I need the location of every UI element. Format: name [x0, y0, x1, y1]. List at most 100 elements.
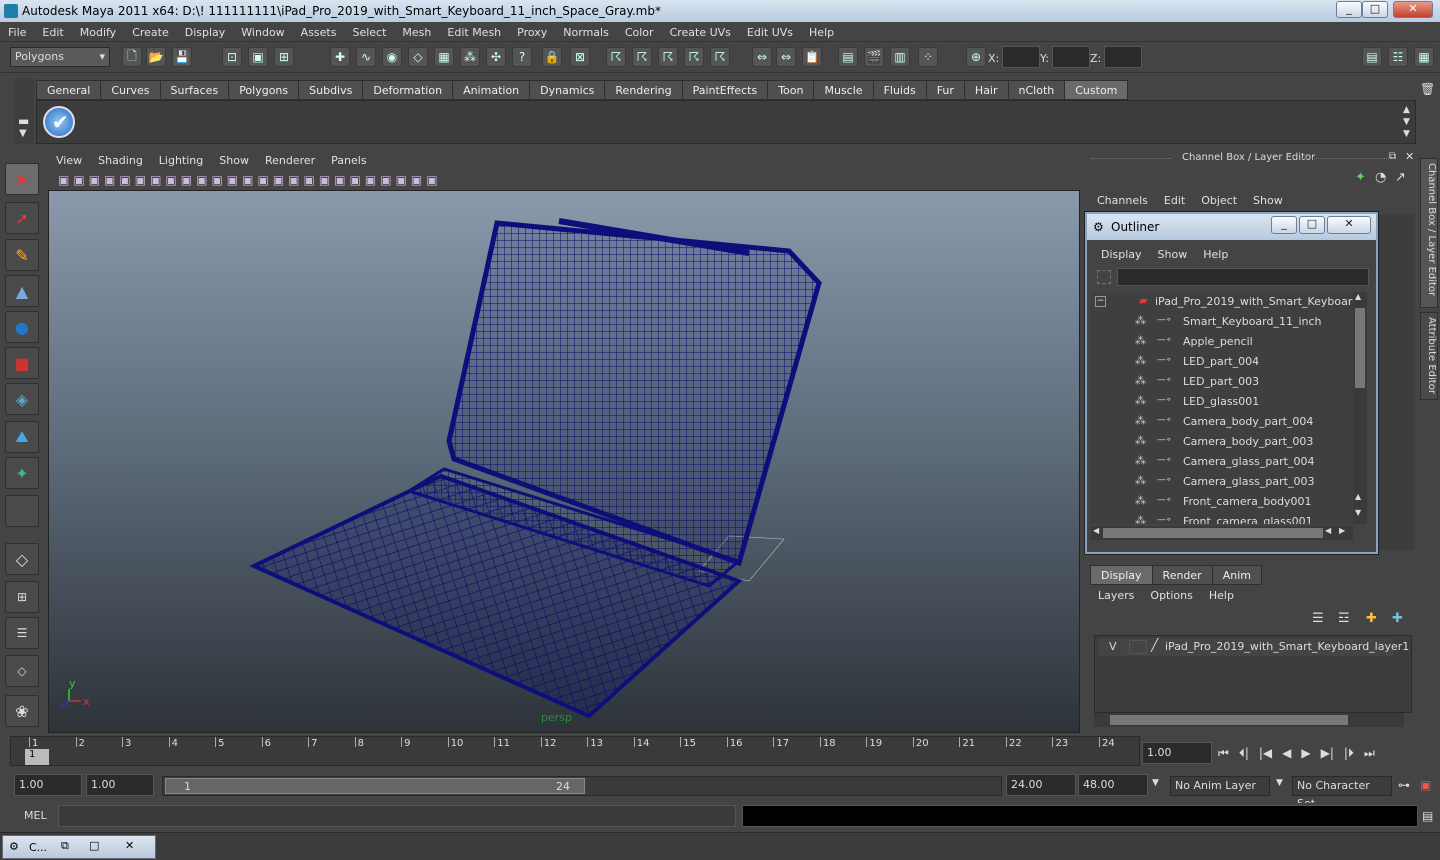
outliner-layout-icon[interactable]: ☰ — [5, 617, 39, 649]
y-field[interactable] — [1052, 46, 1090, 68]
remove-layer-icon[interactable]: ✚ — [1392, 611, 1403, 626]
select-hierarchy-icon[interactable]: ⊡ — [222, 47, 242, 67]
outliner-item[interactable]: LED_part_004 — [1183, 352, 1259, 372]
lock-icon[interactable]: 🔒 — [542, 47, 562, 67]
float-panel-icon[interactable]: ⧉ — [1389, 151, 1396, 162]
playback-start-field[interactable]: 1.00 — [86, 774, 154, 796]
outliner-item[interactable]: LED_part_003 — [1183, 372, 1259, 392]
outliner-menu-display[interactable]: Display — [1093, 248, 1150, 261]
layer-menu-options[interactable]: Options — [1142, 589, 1200, 602]
wireframe-icon[interactable]: ▣ — [165, 173, 176, 187]
image-plane-icon[interactable]: ▣ — [104, 173, 115, 187]
add-to-layer-icon[interactable]: ✚ — [1366, 611, 1377, 626]
pick-icon[interactable]: ↗ — [1395, 170, 1406, 185]
light-icon[interactable]: ▣ — [334, 173, 345, 187]
filter-icon[interactable] — [1097, 270, 1111, 284]
rotate-tool-icon[interactable]: ● — [5, 311, 39, 343]
select-tool-icon[interactable]: ➤ — [5, 163, 39, 195]
minimize-button[interactable]: _ — [1336, 1, 1362, 18]
input-line-icon[interactable]: ⇔ — [752, 47, 772, 67]
outliner-filter-field[interactable] — [1117, 268, 1369, 286]
shelf-tab-subdivs[interactable]: Subdivs — [298, 80, 364, 100]
time-slider[interactable]: 1 2 3 4 5 6 7 8 9 10 11 12 13 14 15 16 17 18 19 20 21 22 23 24 … — [10, 736, 1140, 766]
shelf-tab-ncloth[interactable]: nCloth — [1007, 80, 1066, 100]
outliner-item[interactable]: Camera_body_part_004 — [1183, 412, 1313, 432]
bookmark-icon[interactable]: ▣ — [89, 173, 100, 187]
shelf-tab-deformation[interactable]: Deformation — [362, 80, 454, 100]
viewport-menu-lighting[interactable]: Lighting — [151, 154, 211, 167]
scroll-up-icon[interactable]: ▲ — [1355, 492, 1361, 501]
four-view-layout-icon[interactable]: ⊞ — [5, 581, 39, 613]
layer-menu-help[interactable]: Help — [1201, 589, 1242, 602]
trash-icon[interactable]: 🗑 — [1420, 82, 1435, 96]
menu-help[interactable]: Help — [801, 26, 842, 39]
key-icon[interactable]: ⊶ — [1398, 778, 1410, 792]
snap-plane-icon[interactable]: ◇ — [408, 47, 428, 67]
go-to-start-icon[interactable]: ⏮ — [1218, 746, 1229, 761]
render-current-icon[interactable]: ☈ — [606, 47, 626, 67]
snap-curve-icon[interactable]: ∿ — [356, 47, 376, 67]
outliner-item[interactable]: Camera_body_part_003 — [1183, 432, 1313, 452]
menu-proxy[interactable]: Proxy — [509, 26, 555, 39]
menu-edit[interactable]: Edit — [34, 26, 71, 39]
speed-icon[interactable]: ◔ — [1375, 170, 1386, 185]
soft-mod-icon[interactable]: ⛰ — [5, 421, 39, 453]
step-forward-key-icon[interactable]: |⏵ — [1344, 746, 1354, 761]
step-forward-icon[interactable]: ▶| — [1321, 746, 1334, 761]
perspective-viewport[interactable]: y x persp — [48, 190, 1080, 733]
outliner-menu-help[interactable]: Help — [1195, 248, 1236, 261]
menu-window[interactable]: Window — [233, 26, 292, 39]
layer-tab-anim[interactable]: Anim — [1211, 565, 1262, 585]
current-time-field[interactable]: 1.00 — [1142, 742, 1212, 764]
menu-normals[interactable]: Normals — [555, 26, 617, 39]
anim-layer-selector[interactable]: No Anim Layer — [1170, 776, 1270, 796]
menu-file[interactable]: File — [0, 26, 34, 39]
maximize-button[interactable]: □ — [1362, 1, 1388, 18]
scroll-down-icon[interactable]: ▼ — [1355, 508, 1361, 517]
outliner-menu-show[interactable]: Show — [1150, 248, 1196, 261]
outliner-root-item[interactable]: iPad_Pro_2019_with_Smart_Keyboard_ — [1155, 292, 1353, 312]
menu-color[interactable]: Color — [617, 26, 662, 39]
shelf-menu[interactable]: ▼ — [1403, 129, 1410, 139]
channel-menu-edit[interactable]: Edit — [1156, 194, 1193, 207]
scroll-left-icon[interactable]: ◀ — [1093, 526, 1099, 535]
outliner-minimize-button[interactable]: _ — [1271, 216, 1297, 234]
attribute-editor-toggle-icon[interactable]: ▤ — [1362, 47, 1382, 67]
construction-icon[interactable]: ✣ — [486, 47, 506, 67]
shelf-tab-hair[interactable]: Hair — [963, 80, 1009, 100]
layer-visibility-toggle[interactable]: V — [1109, 640, 1117, 653]
last-tool-slot[interactable] — [5, 495, 39, 527]
relationship-icon[interactable]: ⁘ — [918, 47, 938, 67]
shelf-tab-general[interactable]: General — [36, 80, 102, 100]
show-manipulator-icon[interactable]: ✦ — [5, 457, 39, 489]
range-slider[interactable]: 1 24 — [162, 776, 1002, 796]
range-slider-handle[interactable]: 1 24 — [165, 778, 585, 794]
step-back-icon[interactable]: |◀ — [1259, 746, 1272, 761]
scroll-left-icon[interactable]: ◀ — [1325, 526, 1331, 535]
outliner-item[interactable]: Camera_glass_part_004 — [1183, 452, 1314, 472]
frame-icon[interactable]: ▣ — [411, 173, 422, 187]
resolution-gate-icon[interactable]: ▣ — [150, 173, 161, 187]
step-back-key-icon[interactable]: ⏴| — [1239, 746, 1249, 761]
shelf-tab-muscle[interactable]: Muscle — [813, 80, 874, 100]
manipulator-icon[interactable]: ✦ — [1355, 170, 1366, 185]
sidebar-toggle-icon[interactable]: ▤ — [838, 47, 858, 67]
channel-box-toggle-icon[interactable]: ▦ — [1414, 47, 1434, 67]
help-icon[interactable]: ? — [512, 47, 532, 67]
shelf-tab-rendering[interactable]: Rendering — [604, 80, 683, 100]
shelf-tab-curves[interactable]: Curves — [100, 80, 161, 100]
snap-surface-icon[interactable]: ▦ — [434, 47, 454, 67]
outliner-vertical-scrollbar[interactable]: ▲ ▲ ▼ — [1353, 292, 1367, 524]
outliner-item[interactable]: Smart_Keyboard_11_inch — [1183, 312, 1322, 332]
shelf-scroll-down[interactable]: ▼ — [1403, 117, 1410, 127]
layer-row[interactable]: V ╱ iPad_Pro_2019_with_Smart_Keyboard_la… — [1099, 638, 1409, 656]
default-light-icon[interactable]: ▣ — [196, 173, 207, 187]
menu-mesh[interactable]: Mesh — [394, 26, 439, 39]
animation-start-field[interactable]: 1.00 — [14, 774, 82, 796]
close-button[interactable]: ✕ — [1393, 1, 1433, 18]
layer-scrollbar[interactable] — [1094, 713, 1404, 727]
clipboard-icon[interactable]: 📋 — [802, 47, 822, 67]
snap-point-icon[interactable]: ◉ — [382, 47, 402, 67]
move-tool-icon[interactable]: ▲ — [5, 275, 39, 307]
shadows-icon[interactable]: ▣ — [227, 173, 238, 187]
